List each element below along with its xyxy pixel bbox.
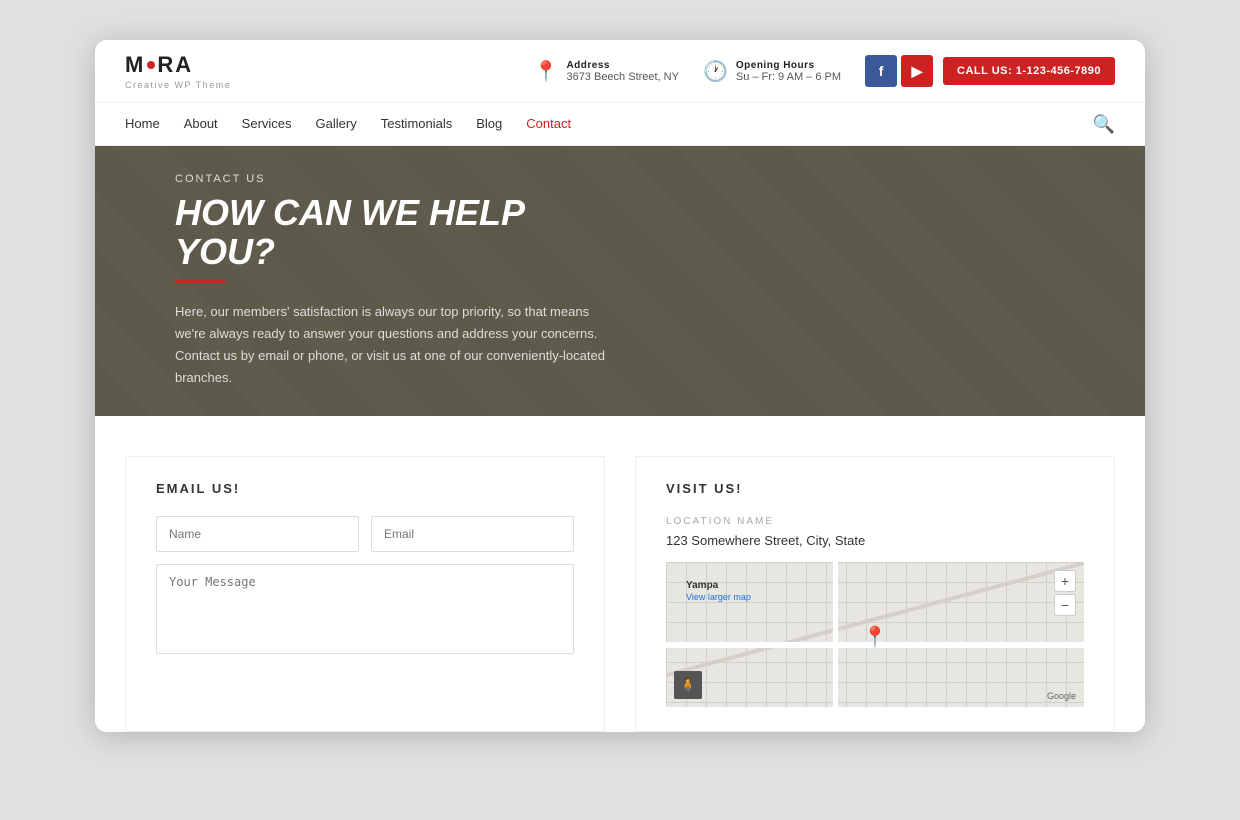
social-cta: f ▶ CALL US: 1-123-456-7890: [865, 55, 1115, 87]
address-info: 📍 Address 3673 Beech Street, NY: [534, 59, 679, 84]
message-textarea[interactable]: [156, 564, 574, 654]
nav-links: Home About Services Gallery Testimonials…: [125, 103, 571, 145]
browser-window: MRA Creative WP Theme 📍 Address 3673 Bee…: [95, 40, 1145, 732]
map-inner: Yampa View larger map 📍 + − Google 🧍: [666, 562, 1084, 707]
google-label: Google: [1047, 691, 1076, 701]
form-name-email-row: [156, 516, 574, 552]
nav-item-home[interactable]: Home: [125, 115, 160, 133]
map-road-vertical: [833, 562, 838, 707]
location-icon: 📍: [534, 59, 559, 84]
hours-value: Su – Fr: 9 AM – 6 PM: [736, 71, 841, 83]
call-cta-button[interactable]: CALL US: 1-123-456-7890: [943, 57, 1115, 85]
email-section: EMAIL US!: [125, 456, 605, 732]
nav-item-testimonials[interactable]: Testimonials: [381, 115, 453, 133]
hero-content: CONTACT US HOW CAN WE HELP YOU? Here, ou…: [95, 173, 695, 390]
logo-dot: [147, 61, 155, 69]
youtube-button[interactable]: ▶: [901, 55, 933, 87]
logo-text: MRA: [125, 52, 231, 78]
site-header: MRA Creative WP Theme 📍 Address 3673 Bee…: [95, 40, 1145, 103]
map-container: Yampa View larger map 📍 + − Google 🧍: [666, 562, 1084, 707]
hero-divider: [175, 280, 225, 283]
nav-item-contact[interactable]: Contact: [526, 115, 571, 133]
clock-icon: 🕐: [703, 59, 728, 84]
map-zoom-in-button[interactable]: +: [1054, 570, 1076, 592]
map-view-larger-link[interactable]: View larger map: [686, 592, 751, 602]
hero-section: CONTACT US HOW CAN WE HELP YOU? Here, ou…: [95, 146, 1145, 416]
map-zoom-out-button[interactable]: −: [1054, 594, 1076, 616]
visit-section-title: VISIT US!: [666, 481, 1084, 496]
logo-subtitle: Creative WP Theme: [125, 80, 231, 90]
nav-item-services[interactable]: Services: [242, 115, 292, 133]
street-view-icon[interactable]: 🧍: [674, 671, 702, 699]
search-icon[interactable]: 🔍: [1093, 114, 1115, 135]
hero-description: Here, our members' satisfaction is alway…: [175, 301, 615, 389]
facebook-button[interactable]: f: [865, 55, 897, 87]
map-zoom-controls: + −: [1054, 570, 1076, 616]
logo[interactable]: MRA Creative WP Theme: [125, 52, 231, 90]
hero-title: HOW CAN WE HELP YOU?: [175, 193, 615, 272]
location-address: 123 Somewhere Street, City, State: [666, 533, 1084, 548]
hours-info: 🕐 Opening Hours Su – Fr: 9 AM – 6 PM: [703, 59, 841, 84]
address-label: Address: [566, 60, 679, 71]
name-input[interactable]: [156, 516, 359, 552]
map-road-diagonal: [666, 562, 1084, 685]
map-pin-icon: 📍: [863, 625, 888, 650]
address-value: 3673 Beech Street, NY: [566, 71, 679, 83]
hours-label: Opening Hours: [736, 60, 841, 71]
header-info: 📍 Address 3673 Beech Street, NY 🕐 Openin…: [534, 55, 1115, 87]
map-label-yampa: Yampa: [686, 580, 718, 591]
location-label: LOCATION NAME: [666, 516, 1084, 527]
nav-item-about[interactable]: About: [184, 115, 218, 133]
email-input[interactable]: [371, 516, 574, 552]
nav-item-gallery[interactable]: Gallery: [316, 115, 357, 133]
hero-label: CONTACT US: [175, 173, 615, 185]
visit-section: VISIT US! LOCATION NAME 123 Somewhere St…: [635, 456, 1115, 732]
content-area: EMAIL US! VISIT US! LOCATION NAME 123 So…: [95, 416, 1145, 732]
nav-item-blog[interactable]: Blog: [476, 115, 502, 133]
main-nav: Home About Services Gallery Testimonials…: [95, 103, 1145, 146]
email-section-title: EMAIL US!: [156, 481, 574, 496]
